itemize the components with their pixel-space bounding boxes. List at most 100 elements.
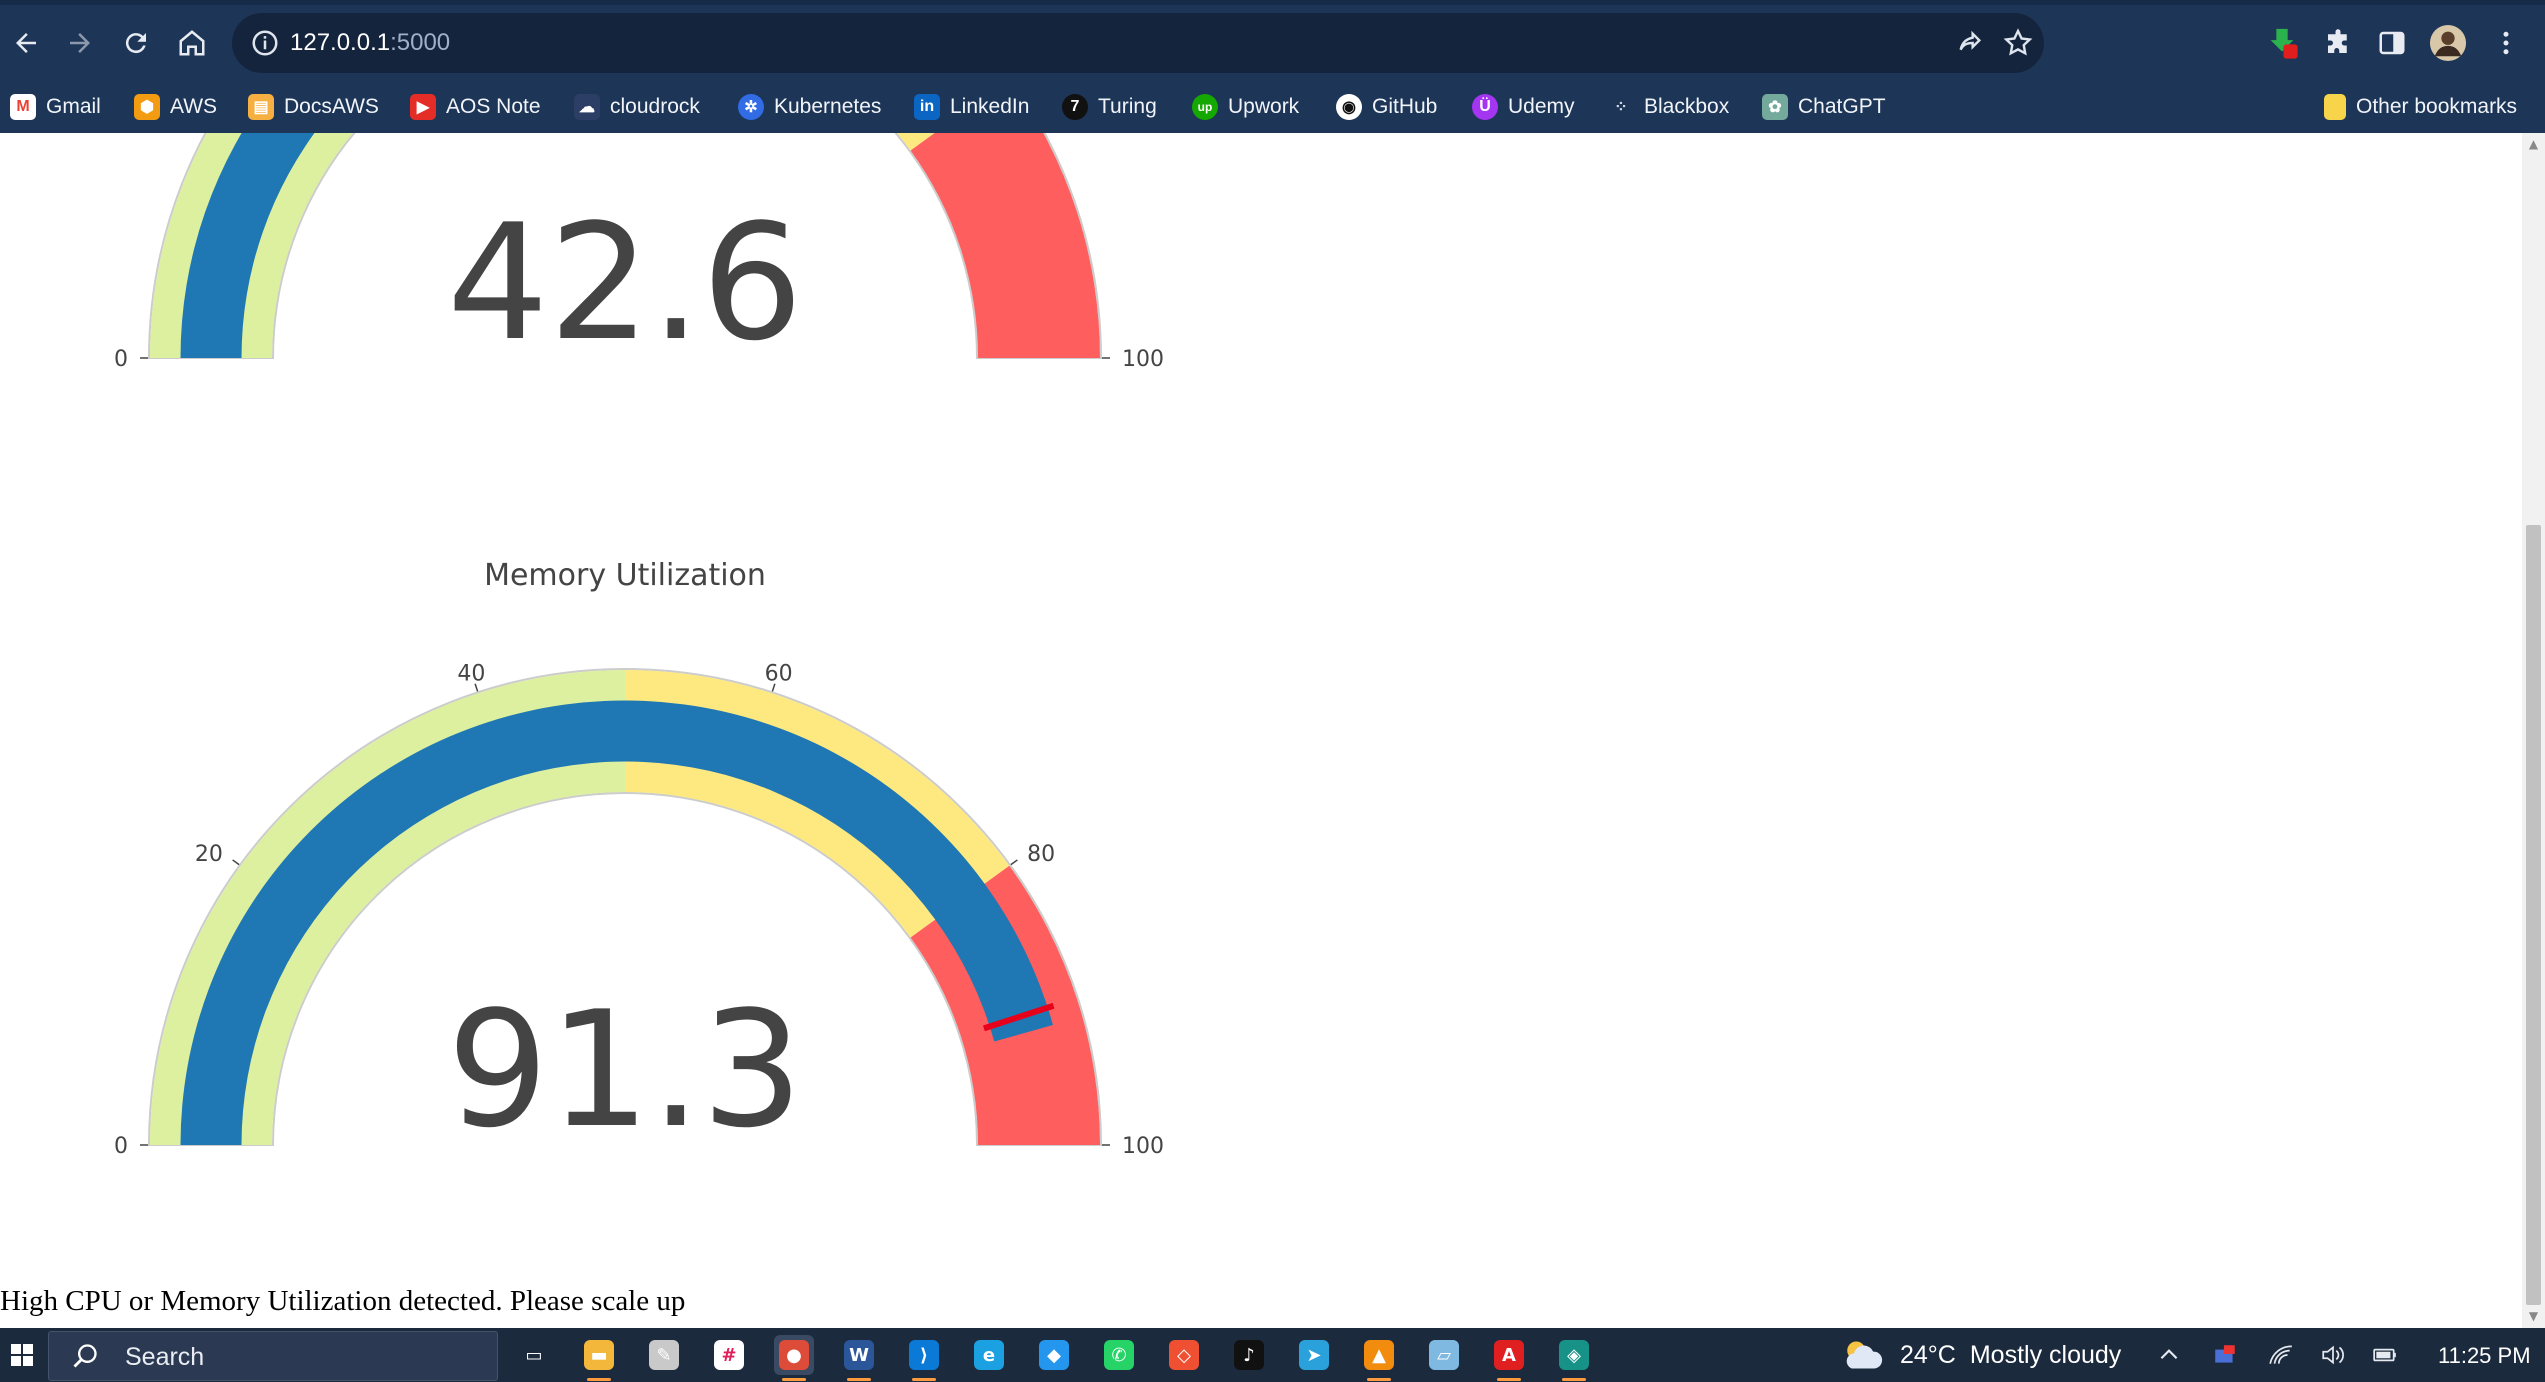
share-icon[interactable] xyxy=(1954,27,1986,59)
scale-up-alert: High CPU or Memory Utilization detected.… xyxy=(0,1285,686,1317)
vscode-icon: ⟩ xyxy=(909,1340,939,1370)
gauge-step-band xyxy=(910,133,1100,358)
reload-button[interactable] xyxy=(110,17,162,69)
battery-icon[interactable] xyxy=(2372,1342,2398,1368)
download-extension-icon[interactable] xyxy=(2262,23,2302,63)
bookmark-upwork[interactable]: up Upwork xyxy=(1192,80,1299,133)
running-indicator xyxy=(847,1378,871,1381)
gauge-tick-label: 0 xyxy=(114,1134,128,1159)
wifi-icon[interactable] xyxy=(2268,1342,2294,1368)
scroll-up-arrow-icon[interactable]: ▲ xyxy=(2526,137,2541,152)
taskbar-app-docker[interactable]: ◆ xyxy=(1034,1335,1074,1375)
bookmark-aos-note[interactable]: ▶ AOS Note xyxy=(410,80,541,133)
bookmark-label: Kubernetes xyxy=(774,94,882,118)
taskbar-search-box[interactable]: Search xyxy=(48,1331,498,1381)
taskbar-clock[interactable]: 11:25 PM xyxy=(2438,1343,2531,1369)
chatgpt-icon: ✿ xyxy=(1762,93,1788,120)
bookmark-docsaws[interactable]: ▤ DocsAWS xyxy=(248,80,379,133)
chevron-up-icon[interactable] xyxy=(2156,1342,2182,1368)
taskbar-app-word[interactable]: W xyxy=(839,1335,879,1381)
gauge-tick-label: 20 xyxy=(195,842,223,867)
bookmark-gmail[interactable]: M Gmail xyxy=(10,80,101,133)
extensions-puzzle-icon[interactable] xyxy=(2318,23,2358,63)
bookmark-label: GitHub xyxy=(1372,94,1438,118)
taskbar-app-acrobat[interactable]: A xyxy=(1489,1335,1529,1381)
telegram-icon: ➤ xyxy=(1299,1340,1329,1370)
vlc-icon: ▲ xyxy=(1364,1340,1394,1370)
file-explorer-icon: ▬ xyxy=(584,1340,614,1370)
taskbar-app-file-explorer[interactable]: ▬ xyxy=(579,1335,619,1381)
scrollbar-thumb[interactable] xyxy=(2526,525,2541,1305)
running-indicator xyxy=(1562,1378,1586,1381)
browser-toolbar: 127.0.0.1:5000 xyxy=(0,5,2545,78)
gitkraken-icon: ◈ xyxy=(1559,1340,1589,1370)
profile-avatar[interactable] xyxy=(2428,23,2468,63)
bookmark-github[interactable]: ◉ GitHub xyxy=(1336,80,1437,133)
volume-icon[interactable] xyxy=(2320,1342,2346,1368)
reload-icon xyxy=(125,33,146,54)
forward-button[interactable] xyxy=(54,17,106,69)
bookmark-label: Upwork xyxy=(1228,94,1300,118)
udemy-icon: Ü xyxy=(1472,93,1498,120)
taskbar-app-vscode[interactable]: ⟩ xyxy=(904,1335,944,1381)
taskbar-app-edge[interactable]: e xyxy=(969,1335,1009,1375)
bookmark-label: ChatGPT xyxy=(1798,94,1886,118)
bookmark-blackbox[interactable]: ⁘ Blackbox xyxy=(1608,80,1729,133)
bookmark-label: DocsAWS xyxy=(284,94,379,118)
kubernetes-icon: ✲ xyxy=(738,93,764,120)
taskbar-app-gitkraken[interactable]: ◈ xyxy=(1554,1335,1594,1381)
scroll-down-arrow-icon[interactable]: ▼ xyxy=(2526,1309,2541,1324)
task-view-icon: ▭ xyxy=(519,1340,549,1370)
taskbar-app-notepad[interactable]: ▱ xyxy=(1424,1335,1464,1375)
bookmark-chatgpt[interactable]: ✿ ChatGPT xyxy=(1762,80,1886,133)
weather-widget[interactable]: 24°C Mostly cloudy xyxy=(1840,1328,2121,1382)
taskbar-app-whatsapp[interactable]: ✆ xyxy=(1099,1335,1139,1375)
home-button[interactable] xyxy=(166,17,218,69)
address-bar[interactable]: 127.0.0.1:5000 xyxy=(232,13,2044,73)
taskbar-app-slack[interactable]: # xyxy=(709,1335,749,1375)
side-panel-icon[interactable] xyxy=(2372,23,2412,63)
acrobat-icon: A xyxy=(1494,1340,1524,1370)
taskbar-app-chrome[interactable]: ● xyxy=(774,1335,814,1381)
page-scrollbar[interactable]: ▲ ▼ xyxy=(2522,133,2545,1328)
bookmark-kubernetes[interactable]: ✲ Kubernetes xyxy=(738,80,881,133)
bookmark-turing[interactable]: 7 Turing xyxy=(1062,80,1157,133)
arrow-left-icon xyxy=(16,33,36,53)
bookmark-cloudrock[interactable]: ☁ cloudrock xyxy=(574,80,700,133)
meeting-icon[interactable] xyxy=(2212,1342,2238,1368)
url-port: :5000 xyxy=(390,29,451,56)
bookmark-label: AOS Note xyxy=(446,94,541,118)
bookmark-linkedin[interactable]: in LinkedIn xyxy=(914,80,1029,133)
back-button[interactable] xyxy=(0,17,52,69)
taskbar-app-tiktok[interactable]: ♪ xyxy=(1229,1335,1269,1375)
bookmark-star-icon[interactable] xyxy=(2002,27,2034,59)
gauge-tick-label: 100 xyxy=(1122,1134,1164,1159)
windows-taskbar: Search ▭ ▬ ✎ # ● W ⟩ e ◆ ✆ ◇ ♪ ➤ ▲ ▱ A ◈ 24°C Mostly clo… xyxy=(0,1328,2545,1382)
bookmark-label: Turing xyxy=(1098,94,1157,118)
taskbar-app-task-view[interactable]: ▭ xyxy=(514,1335,554,1375)
browser-menu-icon[interactable] xyxy=(2486,23,2526,63)
site-info-icon[interactable] xyxy=(250,28,280,58)
search-icon xyxy=(73,1344,97,1368)
bookmark-aws[interactable]: ⬢ AWS xyxy=(134,80,217,133)
gauge-tick-label: 100 xyxy=(1122,347,1164,372)
start-button[interactable] xyxy=(0,1328,44,1382)
bookmark-udemy[interactable]: Ü Udemy xyxy=(1472,80,1575,133)
blackbox-icon: ⁘ xyxy=(1614,98,1628,116)
running-indicator xyxy=(1367,1378,1391,1381)
memory-gauge-title: Memory Utilization xyxy=(484,558,766,593)
weather-description: Mostly cloudy xyxy=(1969,1340,2122,1369)
url-text[interactable]: 127.0.0.1:5000 xyxy=(290,28,450,58)
taskbar-app-telegram[interactable]: ➤ xyxy=(1294,1335,1334,1375)
other-bookmarks-folder[interactable]: Other bookmarks xyxy=(2324,80,2517,133)
tiktok-icon: ♪ xyxy=(1234,1340,1264,1370)
taskbar-app-paint[interactable]: ✎ xyxy=(644,1335,684,1375)
folder-icon xyxy=(2324,93,2346,120)
gauge-tick-label: 80 xyxy=(1027,842,1055,867)
gauge-tick-label: 40 xyxy=(457,661,485,686)
taskbar-app-vlc[interactable]: ▲ xyxy=(1359,1335,1399,1381)
partly-cloudy-icon xyxy=(1846,1341,1883,1369)
taskbar-app-git[interactable]: ◇ xyxy=(1164,1335,1204,1375)
running-indicator xyxy=(782,1378,806,1381)
memory-gauge: 0 20 40 60 80 100 91.3 xyxy=(114,661,1164,1163)
